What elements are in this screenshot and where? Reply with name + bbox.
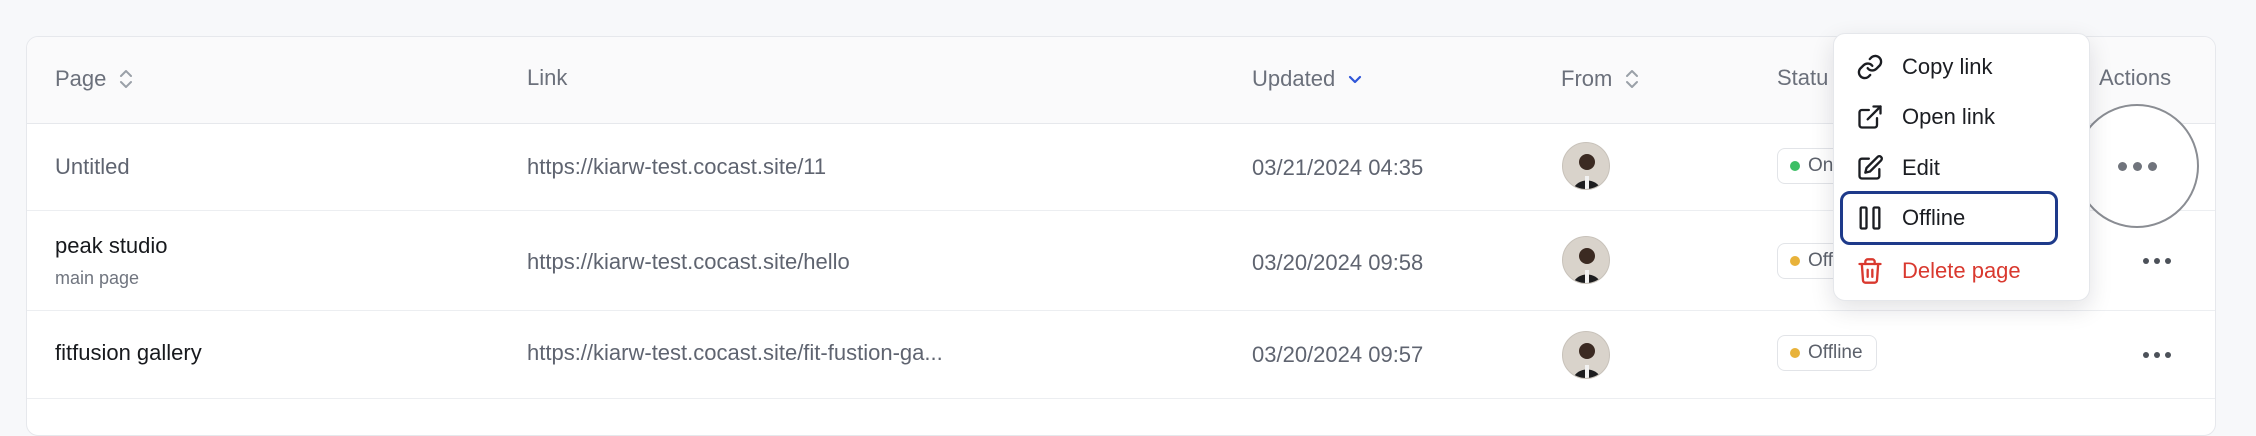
page-link[interactable]: https://kiarw-test.cocast.site/hello — [527, 249, 850, 275]
menu-item-label: Edit — [1902, 155, 1940, 180]
menu-item-delete-page[interactable]: Delete page — [1856, 250, 2068, 292]
column-link: Link — [527, 65, 567, 91]
menu-item-label: Delete page — [1902, 258, 2021, 283]
page-title: Untitled — [55, 154, 130, 179]
menu-item-label: Offline — [1902, 205, 1966, 230]
column-page-label: Page — [55, 66, 107, 91]
chevron-down-icon[interactable] — [1345, 65, 1365, 93]
column-updated[interactable]: Updated — [1252, 65, 1365, 93]
status-label: On — [1808, 155, 1834, 176]
edit-icon — [1856, 154, 1884, 182]
status-dot — [1790, 161, 1800, 171]
avatar — [1562, 142, 1610, 190]
column-from-label: From — [1561, 66, 1613, 91]
column-link-label: Link — [527, 65, 568, 90]
table-row[interactable]: fitfusion gallery https://kiarw-test.coc… — [27, 311, 2215, 399]
avatar — [1562, 331, 1610, 379]
status-badge: Offline — [1777, 335, 1877, 371]
column-from[interactable]: From — [1561, 65, 1642, 93]
more-actions-button[interactable] — [2135, 251, 2179, 271]
updated-date: 03/21/2024 04:35 — [1252, 155, 1424, 180]
menu-item-label: Open link — [1902, 104, 1995, 129]
column-status-label: Statu — [1777, 65, 1829, 90]
column-status: Statu — [1777, 65, 1828, 91]
column-actions: Actions — [2099, 65, 2171, 91]
status-label: Offline — [1808, 342, 1863, 363]
menu-item-edit[interactable]: Edit — [1856, 147, 2068, 189]
status-dot — [1790, 256, 1800, 266]
page-subtitle: main page — [55, 268, 140, 288]
trash-icon — [1856, 257, 1884, 285]
menu-item-label: Copy link — [1902, 54, 1993, 79]
column-updated-label: Updated — [1252, 66, 1336, 91]
avatar — [1562, 236, 1610, 284]
status-label: Off — [1808, 250, 1833, 271]
page-title: peak studio — [55, 233, 168, 258]
updated-date: 03/20/2024 09:57 — [1252, 342, 1424, 367]
sort-icon[interactable] — [1622, 65, 1642, 93]
menu-item-offline[interactable]: Offline — [1840, 191, 2058, 245]
more-actions-button[interactable] — [2135, 345, 2179, 365]
updated-date: 03/20/2024 09:58 — [1252, 250, 1424, 275]
column-page[interactable]: Page — [55, 65, 136, 93]
page-link[interactable]: https://kiarw-test.cocast.site/11 — [527, 154, 826, 180]
menu-item-open-link[interactable]: Open link — [1856, 96, 2068, 138]
external-link-icon — [1856, 103, 1884, 131]
row-actions-menu: Copy link Open link Edit Offline Delete … — [1833, 33, 2090, 301]
column-actions-label: Actions — [2099, 65, 2172, 90]
menu-item-copy-link[interactable]: Copy link — [1856, 46, 2068, 88]
page-title: fitfusion gallery — [55, 340, 202, 365]
pause-icon — [1856, 204, 1884, 232]
sort-icon[interactable] — [116, 65, 136, 93]
more-actions-button-active[interactable] — [2075, 104, 2199, 228]
status-dot — [1790, 348, 1800, 358]
page-link[interactable]: https://kiarw-test.cocast.site/fit-fusti… — [527, 340, 943, 366]
link-icon — [1856, 53, 1884, 81]
